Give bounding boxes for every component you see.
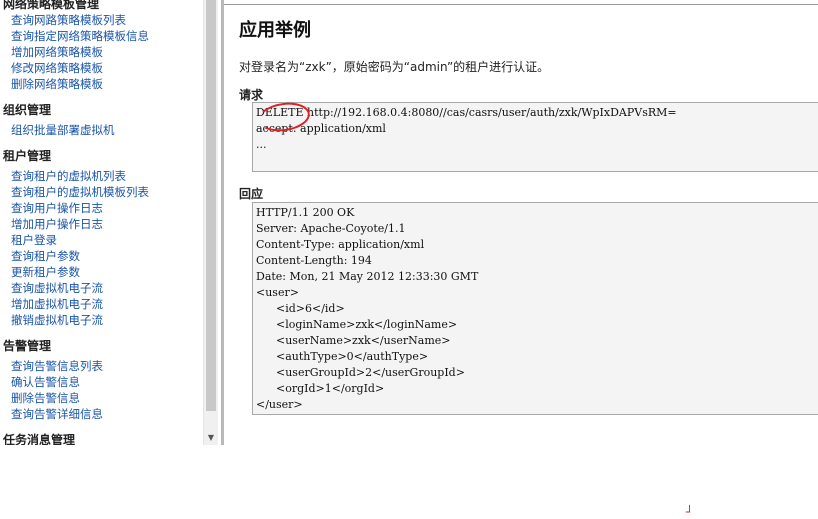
- sidebar-item-alarm-list[interactable]: 查询告警信息列表: [0, 358, 149, 374]
- request-code-block: DELETE http://192.168.0.4:8080//cas/casr…: [252, 102, 818, 172]
- top-rule: [224, 4, 818, 5]
- sidebar-item-delete-network-policy-template[interactable]: 删除网络策略模板: [0, 76, 149, 92]
- response-line: Server: Apache-Coyote/1.1: [256, 222, 406, 235]
- sidebar-item-batch-deploy-vm[interactable]: 组织批量部署虚拟机: [0, 122, 149, 138]
- sidebar-item-query-user-log[interactable]: 查询用户操作日志: [0, 200, 149, 216]
- sidebar-group-alarm: 告警管理 查询告警信息列表 确认告警信息 删除告警信息 查询告警详细信息: [0, 338, 149, 422]
- sidebar-item-delete-alarm[interactable]: 删除告警信息: [0, 390, 149, 406]
- sidebar-item-query-tenant-params[interactable]: 查询租户参数: [0, 248, 149, 264]
- sidebar-item-tenant-vm-list[interactable]: 查询租户的虚拟机列表: [0, 168, 149, 184]
- response-line: <orgId>1</orgId>: [276, 382, 385, 395]
- annotation-mark-icon: ┘: [686, 505, 694, 519]
- sidebar-item-tenant-vm-template-list[interactable]: 查询租户的虚拟机模板列表: [0, 184, 149, 200]
- sidebar-scrollbar[interactable]: ▼: [203, 0, 218, 445]
- sidebar-item-list-network-policy-templates[interactable]: 查询网路策略模板列表: [0, 12, 149, 28]
- scrollbar-thumb[interactable]: [206, 0, 216, 411]
- main-content: 应用举例 对登录名为“zxk”，原始密码为“admin”的租户进行认证。 请求 …: [224, 0, 818, 445]
- sidebar-nav: 网络策略模板管理 查询网路策略模板列表 查询指定网络策略模板信息 增加网络策略模…: [0, 0, 203, 445]
- sidebar-group-task-message: 任务消息管理: [0, 432, 149, 445]
- example-description: 对登录名为“zxk”，原始密码为“admin”的租户进行认证。: [239, 60, 550, 74]
- sidebar-group-organization: 组织管理 组织批量部署虚拟机: [0, 102, 149, 138]
- sidebar-item-add-network-policy-template[interactable]: 增加网络策略模板: [0, 44, 149, 60]
- response-line: <userGroupId>2</userGroupId>: [276, 366, 465, 379]
- response-line: <authType>0</authType>: [276, 350, 429, 363]
- sidebar-item-query-vm-flow[interactable]: 查询虚拟机电子流: [0, 280, 149, 296]
- request-line: accept: application/xml: [256, 122, 386, 135]
- response-line: </user>: [256, 398, 303, 411]
- sidebar-item-revoke-vm-flow[interactable]: 撤销虚拟机电子流: [0, 312, 149, 328]
- request-line: DELETE http://192.168.0.4:8080//cas/casr…: [256, 106, 677, 119]
- sidebar-item-update-tenant-params[interactable]: 更新租户参数: [0, 264, 149, 280]
- sidebar-item-tenant-login[interactable]: 租户登录: [0, 232, 149, 248]
- response-line: Date: Mon, 21 May 2012 12:33:30 GMT: [256, 270, 479, 283]
- sidebar-group-title: 租户管理: [3, 149, 52, 163]
- response-label: 回应: [239, 187, 264, 201]
- response-line: Content-Length: 194: [256, 254, 372, 267]
- response-code-block: HTTP/1.1 200 OK Server: Apache-Coyote/1.…: [252, 202, 818, 415]
- sidebar-item-modify-network-policy-template[interactable]: 修改网络策略模板: [0, 60, 149, 76]
- response-line: <loginName>zxk</loginName>: [276, 318, 458, 331]
- response-line: <id>6</id>: [276, 302, 345, 315]
- sidebar-group-title: 网络策略模板管理: [3, 0, 100, 11]
- sidebar-item-alarm-detail[interactable]: 查询告警详细信息: [0, 406, 149, 422]
- sidebar-group-title: 任务消息管理: [3, 433, 76, 445]
- sidebar-item-add-user-log[interactable]: 增加用户操作日志: [0, 216, 149, 232]
- request-label: 请求: [239, 88, 264, 102]
- response-line: <userName>zxk</userName>: [276, 334, 451, 347]
- sidebar-group-title: 组织管理: [3, 103, 52, 117]
- scroll-down-arrow-icon[interactable]: ▼: [204, 431, 218, 445]
- response-line: HTTP/1.1 200 OK: [256, 206, 355, 219]
- response-line: Content-Type: application/xml: [256, 238, 425, 251]
- section-title: 应用举例: [239, 20, 311, 41]
- response-line: <user>: [256, 286, 299, 299]
- request-line: ...: [256, 138, 267, 151]
- sidebar-item-confirm-alarm[interactable]: 确认告警信息: [0, 374, 149, 390]
- sidebar-group-network-policy: 网络策略模板管理 查询网路策略模板列表 查询指定网络策略模板信息 增加网络策略模…: [0, 0, 149, 92]
- sidebar-group-tenant: 租户管理 查询租户的虚拟机列表 查询租户的虚拟机模板列表 查询用户操作日志 增加…: [0, 148, 149, 328]
- sidebar-item-query-network-policy-template[interactable]: 查询指定网络策略模板信息: [0, 28, 149, 44]
- sidebar-group-title: 告警管理: [3, 339, 52, 353]
- sidebar-item-add-vm-flow[interactable]: 增加虚拟机电子流: [0, 296, 149, 312]
